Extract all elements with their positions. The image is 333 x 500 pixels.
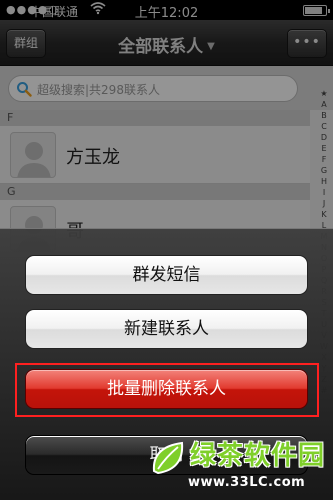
watermark: 绿茶软件园 www.33LC.com: [140, 435, 333, 500]
group-sms-button[interactable]: 群发短信: [25, 255, 308, 295]
new-contact-button[interactable]: 新建联系人: [25, 309, 308, 349]
leaf-logo-icon: [148, 437, 190, 479]
watermark-url: www.33LC.com: [188, 475, 306, 490]
watermark-title: 绿茶软件园: [190, 441, 326, 471]
batch-delete-contacts-button[interactable]: 批量删除联系人: [25, 369, 308, 409]
